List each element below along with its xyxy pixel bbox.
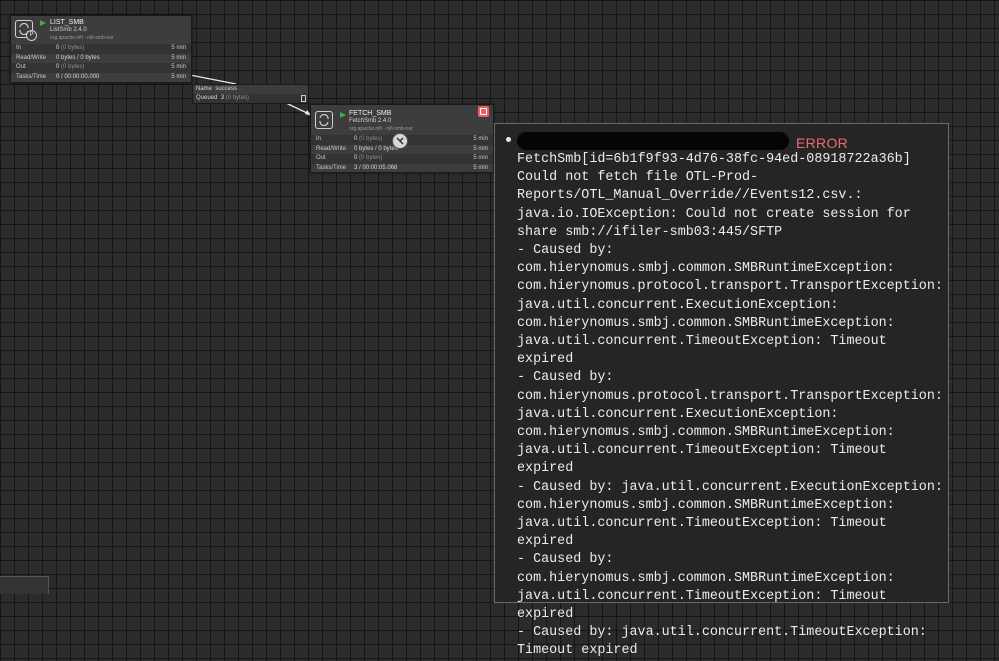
bulletin-level: ERROR <box>796 135 849 151</box>
run-status-icon <box>40 20 46 26</box>
stat-row-out: Out 0 (0 bytes) 5 min <box>311 154 493 164</box>
stat-value: 0 (0 bytes) <box>354 155 383 161</box>
stat-label: Read/Write <box>16 54 46 61</box>
loading-cursor-icon <box>392 133 408 149</box>
stat-value: 0 (0 bytes) <box>354 136 383 142</box>
stat-time: 5 min <box>171 45 186 51</box>
connection-queued-row: Queued 3 (0 bytes) <box>193 94 308 103</box>
stat-time: 5 min <box>171 54 186 61</box>
redacted-timestamp <box>517 132 789 150</box>
connection-label[interactable]: Name success Queued 3 (0 bytes) <box>192 84 309 104</box>
processor-list-smb[interactable]: P LIST_SMB ListSmb 2.4.0 org.apache.nifi… <box>10 15 192 83</box>
bulletin-icon[interactable] <box>478 106 489 117</box>
bulletin-message: FetchSmb[id=6b1f9f93-4d76-38fc-94ed-0891… <box>517 152 943 659</box>
stat-label: In <box>16 45 22 51</box>
stat-row-out: Out 0 (0 bytes) 5 min <box>11 63 191 73</box>
stat-value: 0 (0 bytes) <box>56 64 85 70</box>
stat-time: 5 min <box>473 164 488 171</box>
stat-value: 0 bytes / 0 bytes <box>354 145 398 152</box>
stat-label: Out <box>16 64 26 70</box>
processor-bundle: org.apache.nifi - nifi-smb-nar <box>50 35 114 41</box>
stat-row-tasks-time: Tasks/Time 0 / 00:00:00.000 5 min <box>11 73 191 83</box>
stat-label: Tasks/Time <box>316 164 347 171</box>
stat-time: 5 min <box>473 155 488 161</box>
processor-stats: In 0 (0 bytes) 5 min Read/Write 0 bytes … <box>11 44 191 82</box>
processor-name: FETCH_SMB <box>349 110 392 117</box>
stat-time: 5 min <box>171 64 186 70</box>
bulletin-tooltip: ERROR FetchSmb[id=6b1f9f93-4d76-38fc-94e… <box>494 123 949 658</box>
stat-label: Out <box>316 155 326 161</box>
processor-icon <box>315 111 333 129</box>
queue-backpressure-icon <box>301 95 306 102</box>
canvas-corner-panel[interactable] <box>0 576 49 594</box>
stat-label: Read/Write <box>316 145 346 152</box>
stat-value: 3 / 00:00:05.068 <box>354 164 398 171</box>
processor-type: ListSmb 2.4.0 <box>50 27 87 33</box>
stat-time: 5 min <box>171 73 186 80</box>
stat-time: 5 min <box>473 145 488 152</box>
stat-label: In <box>316 136 322 142</box>
stat-time: 5 min <box>473 136 488 142</box>
stat-value: 0 bytes / 0 bytes <box>56 54 100 61</box>
stat-row-in: In 0 (0 bytes) 5 min <box>11 44 191 54</box>
stat-row-read-write: Read/Write 0 bytes / 0 bytes 5 min <box>11 54 191 64</box>
stat-label: Tasks/Time <box>16 73 47 80</box>
processor-bundle: org.apache.nifi - nifi-smb-nar <box>349 126 413 132</box>
bullet-icon <box>506 137 511 142</box>
stat-row-tasks-time: Tasks/Time 3 / 00:00:05.068 5 min <box>311 164 493 174</box>
connection-name-row: Name success <box>196 86 238 92</box>
stat-value: 0 (0 bytes) <box>56 45 85 51</box>
run-status-icon <box>340 112 346 118</box>
processor-name: LIST_SMB <box>50 19 84 26</box>
processor-type: FetchSmb 2.4.0 <box>349 118 392 124</box>
stat-value: 0 / 00:00:00.000 <box>56 73 100 80</box>
primary-node-badge-icon: P <box>26 30 37 41</box>
